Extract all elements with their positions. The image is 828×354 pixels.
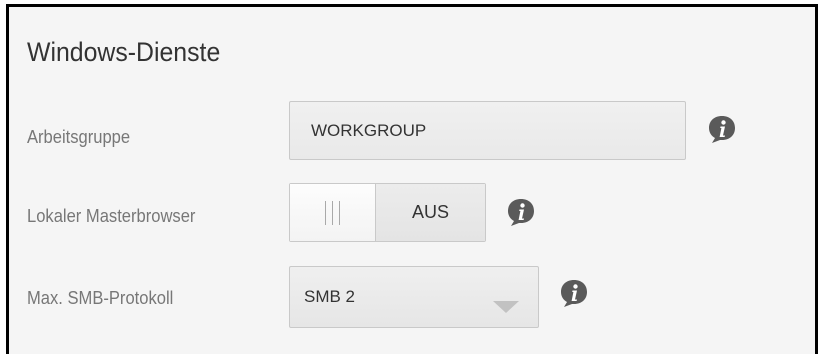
master-browser-info-icon[interactable] bbox=[506, 197, 536, 227]
smb-protocol-label: Max. SMB-Protokoll bbox=[27, 288, 174, 308]
smb-protocol-select[interactable]: SMB 2 bbox=[289, 266, 539, 328]
grip-lines-icon[interactable] bbox=[290, 184, 376, 241]
workgroup-label: Arbeitsgruppe bbox=[27, 127, 131, 147]
master-browser-toggle[interactable]: AUS bbox=[289, 183, 486, 242]
toggle-state-label: AUS bbox=[376, 184, 485, 241]
section-title: Windows-Dienste bbox=[27, 37, 221, 67]
windows-services-panel: Windows-Dienste Arbeitsgruppe Lokaler Ma… bbox=[6, 4, 818, 354]
workgroup-input[interactable] bbox=[289, 101, 686, 160]
smb-protocol-info-icon[interactable] bbox=[559, 278, 589, 308]
chevron-down-icon bbox=[493, 301, 519, 313]
master-browser-label: Lokaler Masterbrowser bbox=[27, 206, 196, 226]
workgroup-info-icon[interactable] bbox=[707, 114, 737, 144]
smb-protocol-selected-value: SMB 2 bbox=[304, 287, 356, 306]
